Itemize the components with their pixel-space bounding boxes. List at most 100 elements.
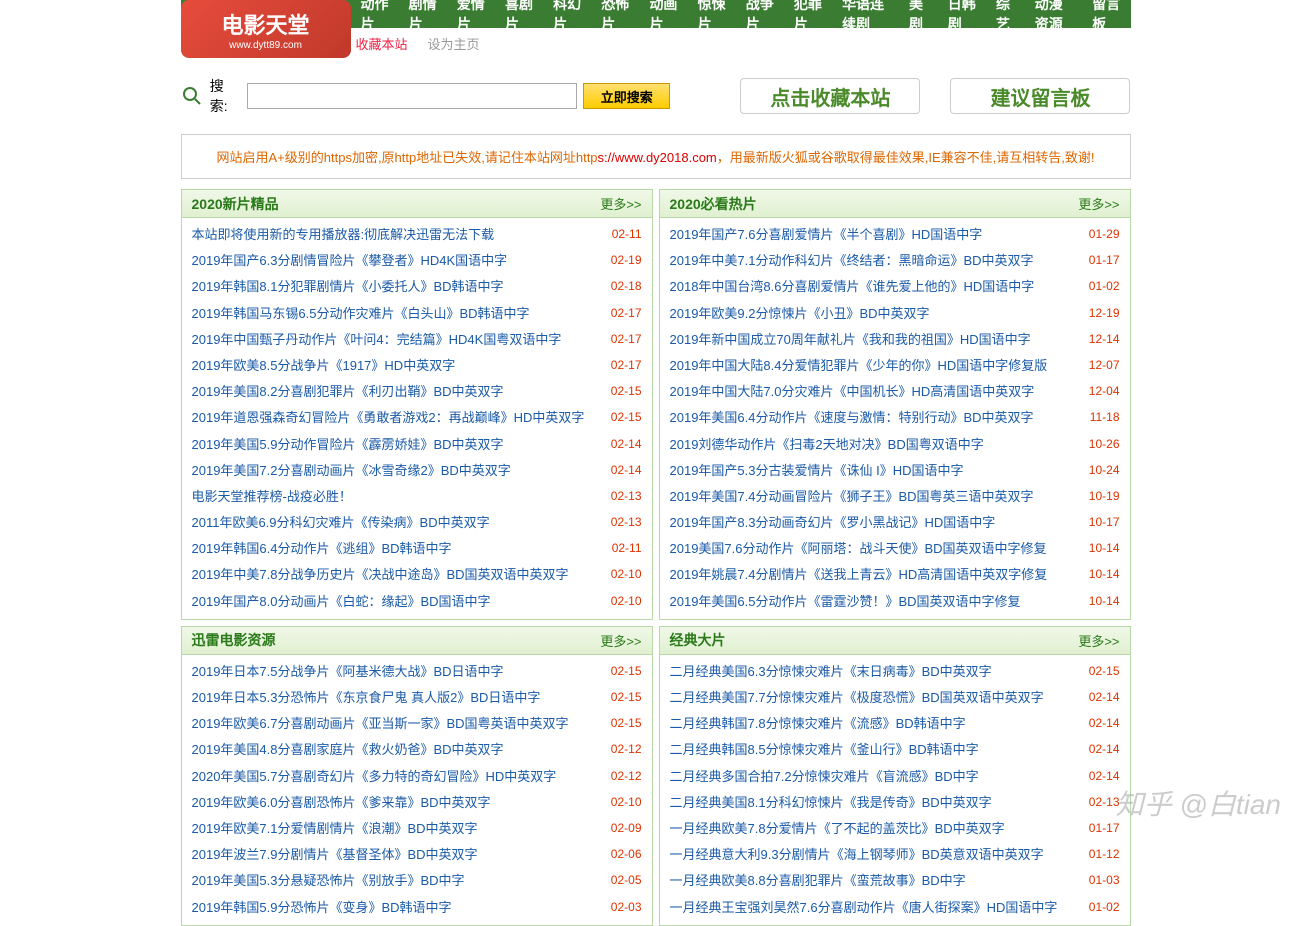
search-icon bbox=[181, 84, 204, 108]
list-item: 2019年中国甄子丹动作片《叶问4：完结篇》HD4K国粤双语中字02-17 bbox=[192, 327, 642, 353]
movie-link[interactable]: 2019年美国8.2分喜剧犯罪片《利刃出鞘》BD中英双字 bbox=[192, 383, 603, 401]
movie-link[interactable]: 一月经典欧美8.8分喜剧犯罪片《蛮荒故事》BD中字 bbox=[670, 872, 1081, 890]
list-item: 一月经典意大利9.3分剧情片《海上钢琴师》BD英意双语中英双字01-12 bbox=[670, 842, 1120, 868]
date-label: 02-10 bbox=[611, 593, 642, 611]
movie-link[interactable]: 2019年欧美8.5分战争片《1917》HD中英双字 bbox=[192, 357, 603, 375]
date-label: 11-18 bbox=[1090, 409, 1120, 427]
date-label: 10-14 bbox=[1089, 566, 1120, 584]
movie-link[interactable]: 2019刘德华动作片《扫毒2天地对决》BD国粤双语中字 bbox=[670, 436, 1081, 454]
set-home-link[interactable]: 设为主页 bbox=[428, 34, 480, 53]
search-bar: 搜索: 立即搜索 点击收藏本站 建议留言板 bbox=[181, 58, 1131, 134]
movie-link[interactable]: 2019年欧美6.0分喜剧恐怖片《爹来靠》BD中英双字 bbox=[192, 794, 603, 812]
date-label: 02-15 bbox=[611, 689, 642, 707]
movie-link[interactable]: 2019年美国6.4分动作片《速度与激情：特别行动》BD中英双字 bbox=[670, 409, 1082, 427]
search-input[interactable] bbox=[247, 83, 577, 109]
list-item: 2019年国产8.3分动画奇幻片《罗小黑战记》HD国语中字10-17 bbox=[670, 510, 1120, 536]
movie-link[interactable]: 2019年国产7.6分喜剧爱情片《半个喜剧》HD国语中字 bbox=[670, 226, 1081, 244]
movie-link[interactable]: 2019年韩国5.9分恐怖片《变身》BD韩语中字 bbox=[192, 899, 603, 917]
movie-link[interactable]: 2019年韩国8.1分犯罪剧情片《小委托人》BD韩语中字 bbox=[192, 278, 603, 296]
more-link[interactable]: 更多>> bbox=[1078, 631, 1119, 650]
movie-link[interactable]: 2019年美国5.3分悬疑恐怖片《别放手》BD中字 bbox=[192, 872, 603, 890]
site-logo[interactable]: 电影天堂 www.dytt89.com bbox=[181, 0, 351, 58]
date-label: 01-02 bbox=[1089, 278, 1120, 296]
movie-link[interactable]: 2019年中美7.1分动作科幻片《终结者：黑暗命运》BD中英双字 bbox=[670, 252, 1081, 270]
more-link[interactable]: 更多>> bbox=[600, 194, 641, 213]
list-item: 2011年欧美6.9分科幻灾难片《传染病》BD中英双字02-13 bbox=[192, 510, 642, 536]
list-item: 2019年韩国6.4分动作片《逃组》BD韩语中字02-11 bbox=[192, 536, 642, 562]
date-label: 02-13 bbox=[611, 488, 642, 506]
movie-link[interactable]: 二月经典美国7.7分惊悚灾难片《极度恐慌》BD国英双语中英双字 bbox=[670, 689, 1081, 707]
list-item: 2019年国产5.3分古装爱情片《诛仙 I》HD国语中字10-24 bbox=[670, 458, 1120, 484]
movie-link[interactable]: 2019年中国甄子丹动作片《叶问4：完结篇》HD4K国粤双语中字 bbox=[192, 331, 603, 349]
movie-link[interactable]: 2019年道恩强森奇幻冒险片《勇敢者游戏2：再战巅峰》HD中英双字 bbox=[192, 409, 603, 427]
movie-link[interactable]: 2019年美国7.4分动画冒险片《狮子王》BD国粤英三语中英双字 bbox=[670, 488, 1081, 506]
movie-link[interactable]: 2019年欧美9.2分惊悚片《小丑》BD中英双字 bbox=[670, 305, 1081, 323]
movie-link[interactable]: 2019年波兰7.9分剧情片《基督圣体》BD中英双字 bbox=[192, 846, 603, 864]
movie-link[interactable]: 二月经典韩国7.8分惊悚灾难片《流感》BD韩语中字 bbox=[670, 715, 1081, 733]
more-link[interactable]: 更多>> bbox=[1078, 194, 1119, 213]
movie-link[interactable]: 2019年姚晨7.4分剧情片《送我上青云》HD高清国语中英双字修复 bbox=[670, 566, 1081, 584]
movie-link[interactable]: 二月经典美国8.1分科幻惊悚片《我是传奇》BD中英双字 bbox=[670, 794, 1081, 812]
more-link[interactable]: 更多>> bbox=[600, 631, 641, 650]
movie-link[interactable]: 2019年国产6.3分剧情冒险片《攀登者》HD4K国语中字 bbox=[192, 252, 603, 270]
favorite-site-button[interactable]: 点击收藏本站 bbox=[740, 78, 920, 114]
date-label: 02-14 bbox=[1089, 689, 1120, 707]
date-label: 10-14 bbox=[1089, 540, 1120, 558]
list-item: 二月经典美国7.7分惊悚灾难片《极度恐慌》BD国英双语中英双字 02-14 bbox=[670, 685, 1120, 711]
fav-site-link[interactable]: 收藏本站 bbox=[356, 34, 408, 53]
list-item: 2019年中美7.1分动作科幻片《终结者：黑暗命运》BD中英双字 01-17 bbox=[670, 248, 1120, 274]
list-item: 2019年国产8.0分动画片《白蛇：缘起》BD国语中字 02-10 bbox=[192, 589, 642, 615]
movie-link[interactable]: 2019年韩国马东锡6.5分动作灾难片《白头山》BD韩语中字 bbox=[192, 305, 603, 323]
list-item: 2019年韩国8.1分犯罪剧情片《小委托人》BD韩语中字02-18 bbox=[192, 274, 642, 300]
movie-link[interactable]: 2019年美国4.8分喜剧家庭片《救火奶爸》BD中英双字 bbox=[192, 741, 603, 759]
date-label: 01-17 bbox=[1089, 252, 1120, 270]
movie-link[interactable]: 二月经典美国6.3分惊悚灾难片《末日病毒》BD中英双字 bbox=[670, 663, 1081, 681]
date-label: 02-10 bbox=[611, 566, 642, 584]
movie-link[interactable]: 2020年美国5.7分喜剧奇幻片《多力特的奇幻冒险》HD中英双字 bbox=[192, 768, 603, 786]
movie-link[interactable]: 2019年欧美6.7分喜剧动画片《亚当斯一家》BD国粤英语中英双字 bbox=[192, 715, 603, 733]
movie-link[interactable]: 2018年中国台湾8.6分喜剧爱情片《谁先爱上他的》HD国语中字 bbox=[670, 278, 1081, 296]
search-button[interactable]: 立即搜索 bbox=[583, 83, 670, 109]
movie-link[interactable]: 2019年日本5.3分恐怖片《东京食尸鬼 真人版2》BD日语中字 bbox=[192, 689, 603, 707]
movie-link[interactable]: 2011年欧美6.9分科幻灾难片《传染病》BD中英双字 bbox=[192, 514, 603, 532]
movie-link[interactable]: 2019美国7.6分动作片《阿丽塔：战斗天使》BD国英双语中字修复 bbox=[670, 540, 1081, 558]
list-item: 二月经典韩国8.5分惊悚灾难片《釜山行》BD韩语中字02-14 bbox=[670, 737, 1120, 763]
movie-link[interactable]: 2019年欧美7.1分爱情剧情片《浪潮》BD中英双字 bbox=[192, 820, 603, 838]
movie-link[interactable]: 一月经典王宝强刘昊然7.6分喜剧动作片《唐人街探案》HD国语中字 bbox=[670, 899, 1081, 917]
movie-link[interactable]: 2019年中国大陆8.4分爱情犯罪片《少年的你》HD国语中字修复版 bbox=[670, 357, 1081, 375]
movie-link[interactable]: 一月经典欧美7.8分爱情片《了不起的盖茨比》BD中英双字 bbox=[670, 820, 1081, 838]
movie-link[interactable]: 2019年国产8.0分动画片《白蛇：缘起》BD国语中字 bbox=[192, 593, 603, 611]
movie-link[interactable]: 2019年中国大陆7.0分灾难片《中国机长》HD高清国语中英双字 bbox=[670, 383, 1081, 401]
movie-link[interactable]: 2019年国产8.3分动画奇幻片《罗小黑战记》HD国语中字 bbox=[670, 514, 1081, 532]
movie-link[interactable]: 2019年美国7.2分喜剧动画片《冰雪奇缘2》BD中英双字 bbox=[192, 462, 603, 480]
movie-link[interactable]: 2019年国产5.3分古装爱情片《诛仙 I》HD国语中字 bbox=[670, 462, 1081, 480]
movie-link[interactable]: 一月经典意大利9.3分剧情片《海上钢琴师》BD英意双语中英双字 bbox=[670, 846, 1081, 864]
list-item: 2019美国7.6分动作片《阿丽塔：战斗天使》BD国英双语中字修复 10-14 bbox=[670, 536, 1120, 562]
date-label: 10-19 bbox=[1089, 488, 1120, 506]
date-label: 02-15 bbox=[1089, 663, 1120, 681]
movie-link[interactable]: 2019年韩国6.4分动作片《逃组》BD韩语中字 bbox=[192, 540, 604, 558]
content-panel: 经典大片更多>>二月经典美国6.3分惊悚灾难片《末日病毒》BD中英双字02-15… bbox=[659, 626, 1131, 926]
list-item: 2019年美国8.2分喜剧犯罪片《利刃出鞘》BD中英双字 02-15 bbox=[192, 379, 642, 405]
movie-link[interactable]: 2019年美国6.5分动作片《雷霆沙赞！》BD国英双语中字修复 bbox=[670, 593, 1081, 611]
movie-link[interactable]: 本站即将使用新的专用播放器:彻底解决迅雷无法下载 bbox=[192, 226, 604, 244]
movie-link[interactable]: 2019年日本7.5分战争片《阿基米德大战》BD日语中字 bbox=[192, 663, 603, 681]
movie-link[interactable]: 2019年中美7.8分战争历史片《决战中途岛》BD国英双语中英双字 bbox=[192, 566, 603, 584]
date-label: 02-15 bbox=[611, 383, 642, 401]
date-label: 02-05 bbox=[611, 872, 642, 890]
movie-link[interactable]: 2019年新中国成立70周年献礼片《我和我的祖国》HD国语中字 bbox=[670, 331, 1081, 349]
movie-link[interactable]: 二月经典韩国8.5分惊悚灾难片《釜山行》BD韩语中字 bbox=[670, 741, 1081, 759]
date-label: 02-12 bbox=[611, 741, 642, 759]
date-label: 02-15 bbox=[611, 663, 642, 681]
suggestion-board-button[interactable]: 建议留言板 bbox=[950, 78, 1130, 114]
date-label: 02-10 bbox=[611, 794, 642, 812]
list-item: 2019年欧美7.1分爱情剧情片《浪潮》BD中英双字02-09 bbox=[192, 816, 642, 842]
movie-link[interactable]: 2019年美国5.9分动作冒险片《霹雳娇娃》BD中英双字 bbox=[192, 436, 603, 454]
content-panel: 迅雷电影资源更多>>2019年日本7.5分战争片《阿基米德大战》BD日语中字02… bbox=[181, 626, 653, 926]
list-item: 2019年美国7.2分喜剧动画片《冰雪奇缘2》BD中英双字02-14 bbox=[192, 458, 642, 484]
movie-link[interactable]: 电影天堂推荐榜-战疫必胜！ bbox=[192, 488, 603, 506]
list-item: 二月经典多国合拍7.2分惊悚灾难片《盲流感》BD中字02-14 bbox=[670, 764, 1120, 790]
movie-link[interactable]: 二月经典多国合拍7.2分惊悚灾难片《盲流感》BD中字 bbox=[670, 768, 1081, 786]
date-label: 12-19 bbox=[1089, 305, 1120, 323]
list-item: 2019年欧美8.5分战争片《1917》HD中英双字02-17 bbox=[192, 353, 642, 379]
